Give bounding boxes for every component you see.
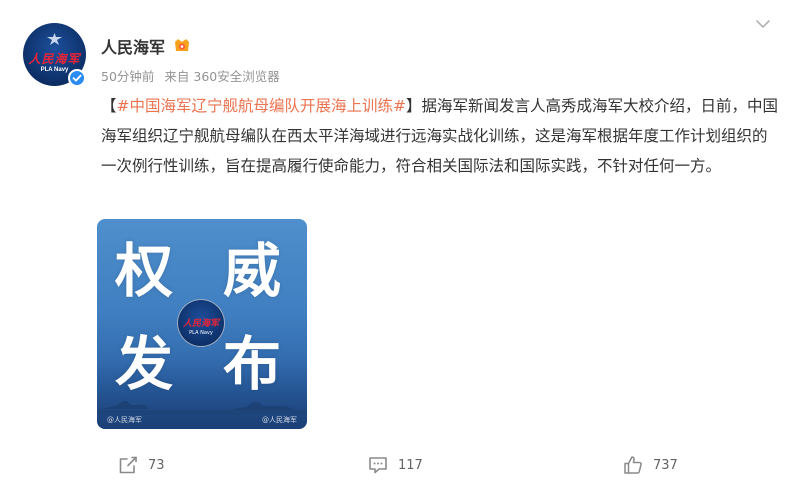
- post-time[interactable]: 50分钟前: [101, 69, 154, 84]
- share-count: 73: [148, 457, 165, 473]
- image-emblem-text: 人民海军: [182, 319, 219, 329]
- image-navy-emblem: 人民海军 PLA Navy: [177, 299, 225, 347]
- image-watermark-left: @人民海军: [107, 416, 142, 424]
- account-name[interactable]: 人民海军: [101, 34, 165, 58]
- share-icon: [119, 456, 137, 474]
- anchor-emblem-icon: [47, 33, 62, 45]
- post-image[interactable]: 权 威 发 布 人民海军 PLA Navy @人民海军 @人民海军: [97, 219, 307, 429]
- topic-link[interactable]: #中国海军辽宁舰航母编队开展海上训练#: [117, 97, 406, 115]
- comment-icon: [369, 457, 387, 474]
- comment-button[interactable]: 117: [368, 454, 423, 476]
- share-button[interactable]: 73: [118, 454, 165, 476]
- action-bar: 73 117 737: [0, 448, 801, 482]
- comment-count: 117: [398, 457, 423, 473]
- post-meta: 50分钟前 来自 360安全浏览器: [101, 66, 280, 85]
- chevron-down-icon[interactable]: [756, 20, 770, 29]
- post-text: 【#中国海军辽宁舰航母编队开展海上训练#】据海军新闻发言人高秀成海军大校介绍，日…: [101, 91, 781, 181]
- verified-badge-icon: [68, 69, 86, 87]
- weibo-post-card: 人民海军 PLA Navy 人民海军 50分钟前 来自 360安全浏览器 【#中…: [0, 0, 801, 495]
- image-char-1: 权: [115, 237, 174, 305]
- image-watermark-right: @人民海军: [262, 416, 297, 424]
- image-char-2: 威: [223, 237, 282, 305]
- topic-bracket-open: 【: [101, 97, 117, 115]
- image-char-3: 发: [115, 330, 174, 398]
- vip-badge-icon[interactable]: [173, 38, 191, 53]
- image-emblem-subtitle: PLA Navy: [189, 330, 213, 336]
- avatar-logo-text: 人民海军: [28, 52, 81, 66]
- like-count: 737: [653, 457, 678, 473]
- image-char-4: 布: [223, 330, 282, 398]
- like-button[interactable]: 737: [623, 454, 678, 476]
- topic-bracket-close: 】: [406, 97, 422, 115]
- post-source: 来自 360安全浏览器: [164, 69, 280, 84]
- thumbs-up-icon: [624, 456, 642, 474]
